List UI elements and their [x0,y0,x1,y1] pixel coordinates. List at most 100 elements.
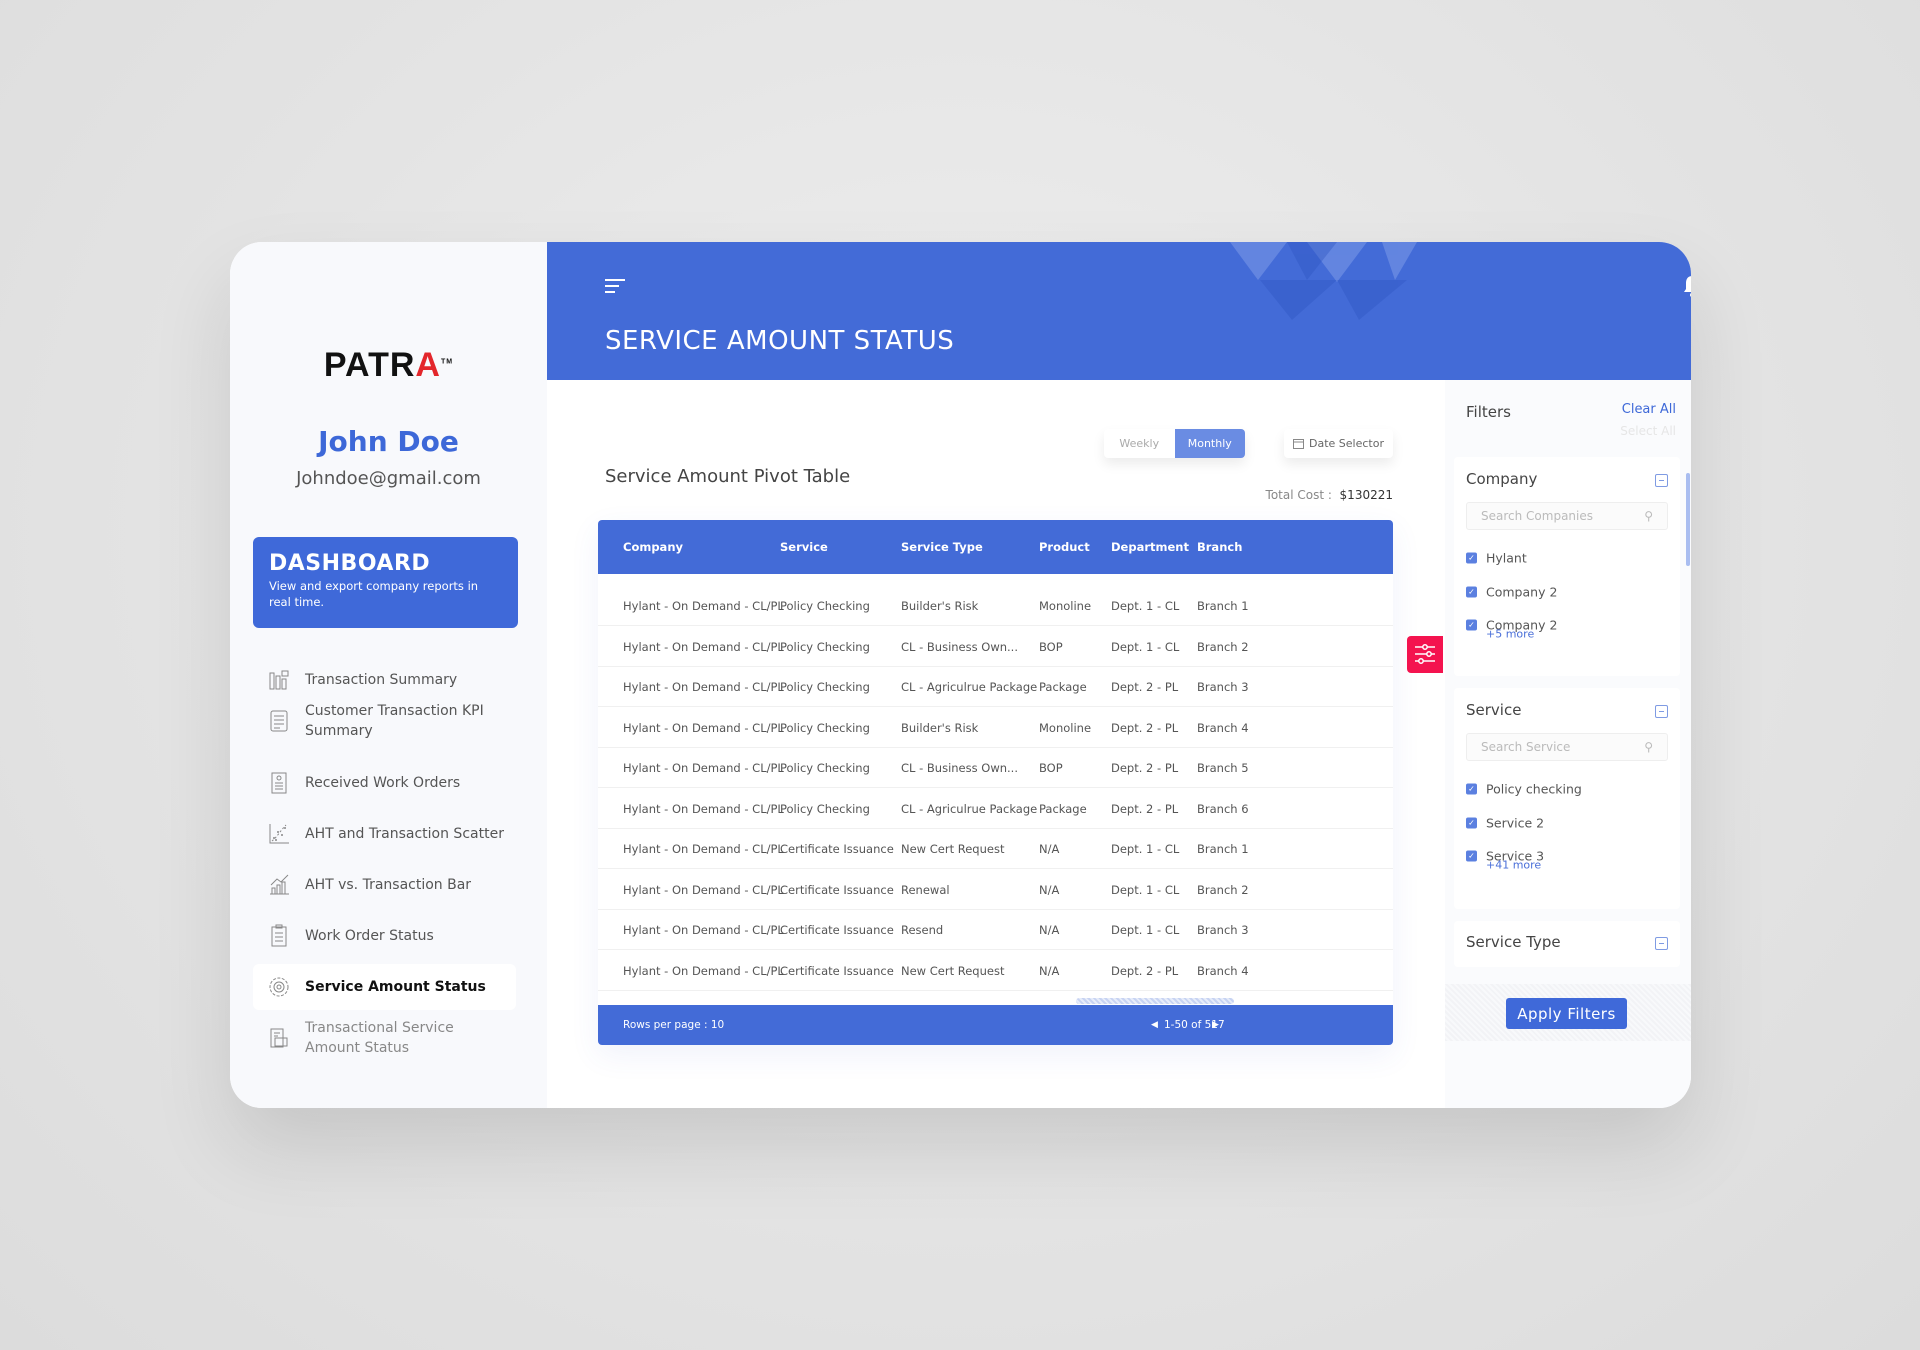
sidebar-item-aht-and-transaction-scatter[interactable]: AHT and Transaction Scatter [253,811,516,857]
table-cell: Policy Checking [780,680,870,694]
table-cell: Hylant - On Demand - CL/PL [623,639,784,654]
table-cell: N/A [1039,963,1060,978]
horizontal-scrollbar[interactable] [1076,998,1234,1004]
sidebar-item-service-amount-status[interactable]: Service Amount Status [253,964,516,1010]
bar-chart-icon [269,670,289,690]
sidebar-item-aht-vs-transaction-bar[interactable]: AHT vs. Transaction Bar [253,862,516,908]
table-row[interactable]: Hylant - On Demand - CL/PL Certificate Is… [598,910,1393,950]
select-all-link[interactable]: Select All [1620,424,1676,438]
column-header-branch[interactable]: Branch [1197,540,1242,554]
checkbox-checked-icon[interactable]: ✓ [1466,586,1477,597]
checkbox-checked-icon[interactable]: ✓ [1466,619,1477,631]
table-cell: Policy Checking [780,761,870,775]
filter-checkbox[interactable]: ✓ Hylant [1466,551,1527,566]
monthly-tab[interactable]: Monthly [1174,429,1245,458]
apply-bar: Apply Filters [1445,984,1691,1041]
collapse-icon[interactable] [1655,937,1668,950]
table-cell: Branch 1 [1197,842,1249,856]
table-cell: Dept. 1 - CL [1111,882,1180,897]
table-cell: Hylant - On Demand - CL/PL [623,882,784,897]
table-cell: Dept. 1 - CL [1111,842,1180,856]
sidebar-item-transactional-service-amount-status[interactable]: Transactional Service Amount Status [253,1015,516,1061]
table-cell: Dept. 2 - PL [1111,761,1179,775]
decorative-triangles [1230,242,1417,320]
collapse-icon[interactable] [1655,705,1668,718]
dashboard-card[interactable]: DASHBOARD View and export company report… [253,537,518,628]
column-header-service[interactable]: Service [780,540,828,554]
table-cell: Branch 2 [1197,882,1249,897]
filter-option-label: Hylant [1486,550,1527,566]
next-page-icon[interactable]: ▶ [1212,1020,1219,1030]
table-cell: Hylant - On Demand - CL/PL [623,680,784,694]
filter-toggle-button[interactable] [1407,636,1443,673]
column-header-company[interactable]: Company [623,540,683,554]
table-footer: Rows per page : 10 ◀ 1-50 of 517 ▶ [598,1005,1393,1045]
table-cell: Dept. 2 - PL [1111,720,1179,735]
table-cell: BOP [1039,761,1063,775]
apply-filters-button[interactable]: Apply Filters [1506,998,1627,1029]
checkbox-checked-icon[interactable]: ✓ [1466,850,1477,862]
filter-checkbox[interactable]: ✓ Policy checking [1466,782,1582,797]
sidebar-item-transaction-summary[interactable]: Transaction Summary [253,657,516,703]
table-cell: Branch 3 [1197,923,1249,937]
table-cell: N/A [1039,923,1060,937]
table-cell: Monoline [1039,720,1092,735]
filter-option-label: Service 2 [1486,815,1545,830]
weekly-tab[interactable]: Weekly [1104,429,1175,458]
table-cell: Certificate Issuance [780,882,894,897]
table-cell: Hylant - On Demand - CL/PL [623,842,784,856]
sidebar-item-label: Transactional Service Amount Status [305,1020,454,1056]
column-header-service-type[interactable]: Service Type [901,540,983,554]
checkbox-checked-icon[interactable]: ✓ [1466,783,1477,795]
table-cell: Dept. 2 - PL [1111,801,1179,816]
table-row[interactable]: Hylant - On Demand - CL/PL Certificate Is… [598,829,1393,869]
pivot-table: Company Service Service Type Product Departm… [598,520,1393,1045]
filters-scrollbar[interactable] [1686,473,1690,566]
sidebar: PATRATM John Doe Johndoe@gmail.com DASHB… [230,242,547,1108]
total-cost-label: Total Cost : [1265,488,1332,502]
total-cost: Total Cost : $130221 [1266,488,1393,502]
header: SERVICE AMOUNT STATUS [547,242,1691,380]
bell-icon[interactable] [1678,272,1691,300]
table-row[interactable]: Hylant - On Demand - CL/PL Certificate Is… [598,951,1393,991]
sidebar-item-customer-transaction-kpi-summary[interactable]: Customer Transaction KPI Summary [253,698,516,744]
prev-page-icon[interactable]: ◀ [1151,1020,1158,1030]
checkbox-checked-icon[interactable]: ✓ [1466,817,1477,828]
date-selector-button[interactable]: Date Selector [1284,429,1393,458]
table-cell: BOP [1039,639,1063,654]
service-more-link[interactable]: +41 more [1486,859,1541,872]
company-more-link[interactable]: +5 more [1486,628,1534,641]
collapse-icon[interactable] [1655,474,1668,487]
table-cell: Hylant - On Demand - CL/PL [623,963,784,978]
clipboard-icon [271,772,287,794]
service-filter-title: Service [1466,701,1522,719]
clear-all-link[interactable]: Clear All [1622,402,1676,417]
search-service-input[interactable]: Search Service ⚲ [1466,733,1668,761]
search-placeholder: Search Companies [1481,509,1593,523]
table-cell: Monoline [1039,599,1092,613]
table-row[interactable]: Hylant - On Demand - CL/PL Policy Checkin… [598,748,1393,788]
sidebar-item-received-work-orders[interactable]: Received Work Orders [253,760,516,806]
table-row[interactable]: Hylant - On Demand - CL/PL Policy Checkin… [598,627,1393,667]
sidebar-item-work-order-status[interactable]: Work Order Status [253,913,516,959]
table-row[interactable]: Hylant - On Demand - CL/PL Policy Checkin… [598,586,1393,626]
column-header-department[interactable]: Department [1111,540,1189,554]
table-cell: Branch 4 [1197,720,1249,735]
table-row[interactable]: Hylant - On Demand - CL/PL Policy Checkin… [598,789,1393,829]
filter-checkbox[interactable]: ✓ Service 2 [1466,815,1544,830]
column-header-product[interactable]: Product [1039,540,1090,554]
rows-per-page[interactable]: Rows per page : 10 [623,1019,724,1031]
table-row[interactable]: Hylant - On Demand - CL/PL Policy Checkin… [598,667,1393,707]
table-row[interactable]: Hylant - On Demand - CL/PL Policy Checkin… [598,708,1393,748]
search-companies-input[interactable]: Search Companies ⚲ [1466,502,1668,530]
company-filter: Company Search Companies ⚲ ✓ Hylant ✓ Compan… [1454,457,1680,676]
sidebar-item-label: Transaction Summary [305,672,458,688]
hamburger-menu-icon[interactable] [605,278,627,294]
table-cell: Branch 1 [1197,599,1249,613]
filter-checkbox[interactable]: ✓ Company 2 [1466,584,1557,599]
filter-option-label: Company 2 [1486,584,1558,599]
checkbox-checked-icon[interactable]: ✓ [1466,552,1477,564]
table-row[interactable]: Hylant - On Demand - CL/PL Certificate Is… [598,870,1393,910]
receipt-icon [270,1028,288,1048]
sidebar-item-label: Service Amount Status [305,979,486,995]
